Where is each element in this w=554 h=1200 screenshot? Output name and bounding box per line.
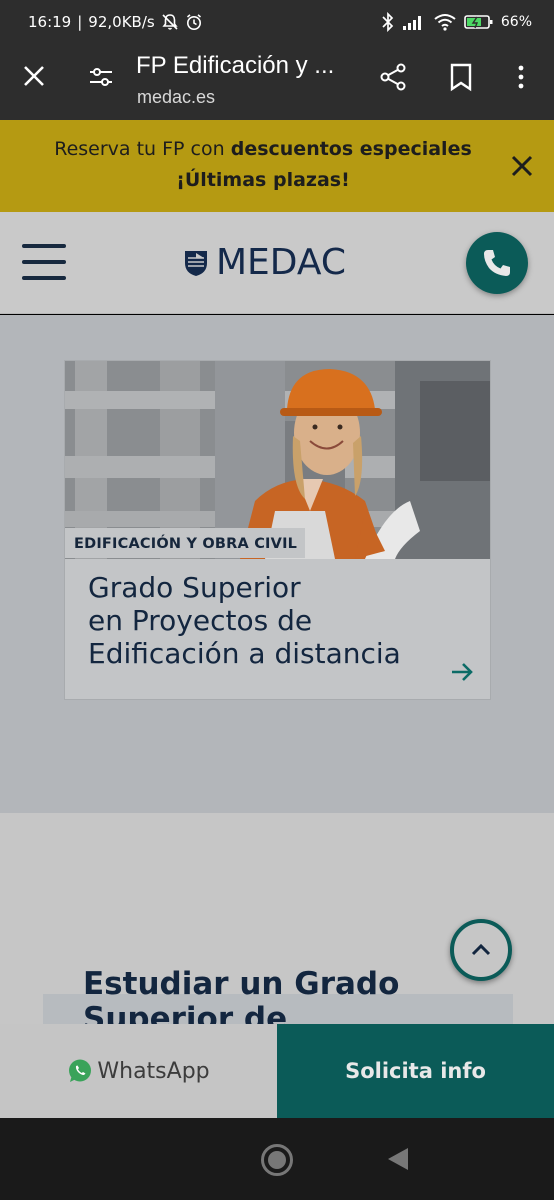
status-separator: | xyxy=(77,13,83,31)
promo-text: Reserva tu FP con xyxy=(54,138,231,160)
battery-percent: 66% xyxy=(500,14,532,30)
page-title[interactable]: FP Edificación y ... xyxy=(136,52,334,80)
promo-line2: ¡Últimas plazas! xyxy=(176,169,350,191)
chevron-up-icon xyxy=(471,943,491,956)
status-left: 16:19 | 92,0KB/s xyxy=(28,13,203,31)
hero-section: EDIFICACIÓN Y OBRA CIVIL Grado Superior … xyxy=(0,315,554,813)
back-icon[interactable] xyxy=(388,1148,408,1170)
phone-button[interactable] xyxy=(466,232,528,294)
site-header: MEDAC xyxy=(0,212,554,314)
bookmark-icon[interactable] xyxy=(448,62,474,92)
wifi-icon xyxy=(434,14,456,31)
course-title[interactable]: Grado Superior en Proyectos de Edificaci… xyxy=(88,571,488,670)
more-icon[interactable] xyxy=(508,62,534,92)
home-icon[interactable] xyxy=(261,1144,293,1176)
battery-icon xyxy=(464,15,493,29)
signal-icon xyxy=(402,16,421,30)
system-nav-bar xyxy=(0,1118,554,1200)
alarm-icon xyxy=(186,14,201,30)
logo-text: MEDAC xyxy=(216,242,347,283)
promo-highlight: descuentos especiales xyxy=(230,138,472,160)
cta-bar: WhatsApp Solicita info xyxy=(0,1024,554,1118)
menu-icon[interactable] xyxy=(22,242,66,282)
category-tag: EDIFICACIÓN Y OBRA CIVIL xyxy=(65,528,306,558)
course-title-line1: Grado Superior xyxy=(88,571,301,604)
phone-icon xyxy=(484,250,510,276)
course-title-line3: Edificación a distancia xyxy=(88,637,401,670)
page-url[interactable]: medac.es xyxy=(137,87,215,108)
promo-banner[interactable]: Reserva tu FP con descuentos especiales … xyxy=(0,120,554,212)
request-info-label: Solicita info xyxy=(345,1059,486,1083)
status-network-speed: 92,0KB/s xyxy=(88,13,155,31)
share-icon[interactable] xyxy=(378,62,408,92)
medac-shield-icon xyxy=(185,250,207,276)
close-icon[interactable] xyxy=(508,152,536,180)
tune-icon[interactable] xyxy=(88,64,114,90)
whatsapp-icon xyxy=(69,1059,92,1082)
course-title-line2: en Proyectos de xyxy=(88,604,313,637)
status-right: 66% xyxy=(381,12,532,32)
course-card[interactable]: EDIFICACIÓN Y OBRA CIVIL Grado Superior … xyxy=(64,360,491,700)
status-time: 16:19 xyxy=(28,13,72,31)
mute-icon xyxy=(162,14,178,30)
whatsapp-button[interactable]: WhatsApp xyxy=(0,1024,277,1118)
promo-line1: Reserva tu FP con descuentos especiales xyxy=(0,138,526,160)
section-title-line1: Estudiar un Grado xyxy=(83,966,400,1002)
status-bar: 16:19 | 92,0KB/s 66% xyxy=(0,0,554,44)
scroll-top-button[interactable] xyxy=(450,919,512,981)
logo[interactable]: MEDAC xyxy=(184,242,346,283)
request-info-button[interactable]: Solicita info xyxy=(277,1024,554,1118)
browser-toolbar: FP Edificación y ... medac.es xyxy=(0,44,554,120)
close-icon[interactable] xyxy=(20,62,48,90)
bluetooth-icon xyxy=(382,12,394,32)
arrow-right-icon[interactable] xyxy=(449,659,475,685)
whatsapp-label: WhatsApp xyxy=(97,1058,210,1084)
